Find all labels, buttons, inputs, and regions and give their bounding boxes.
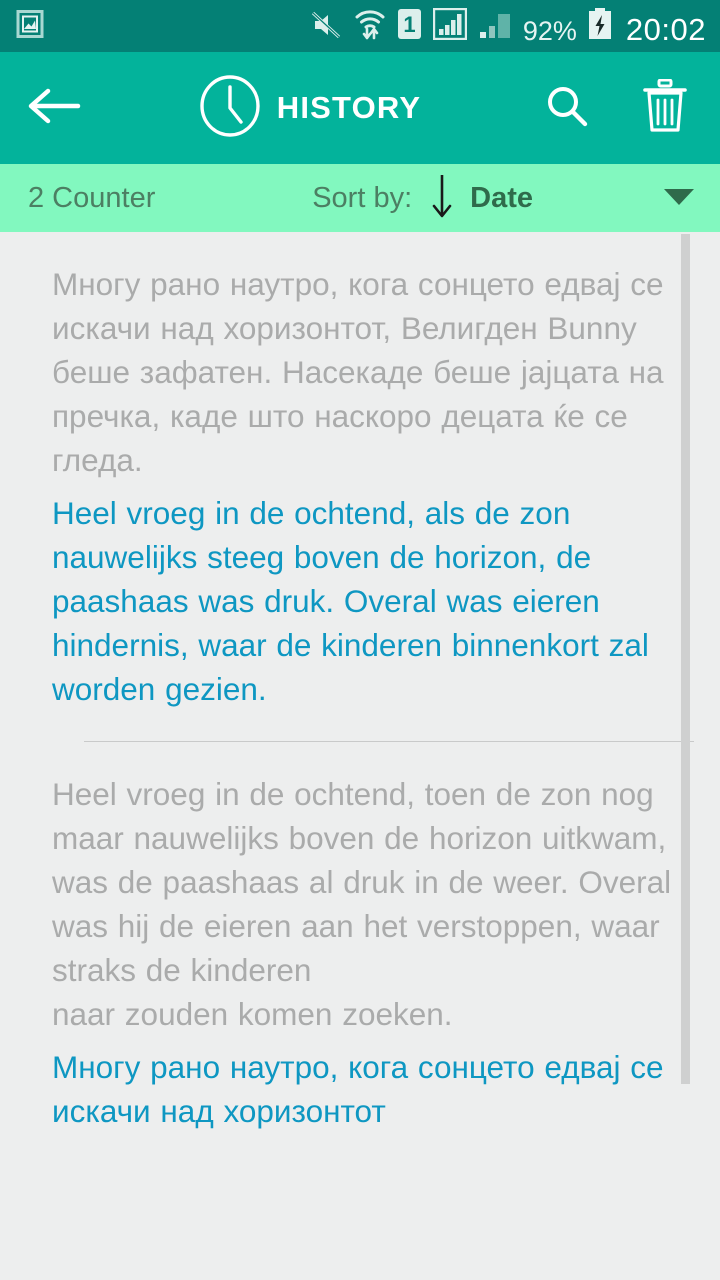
battery-charging-icon (588, 7, 612, 45)
signal-bars-weak-icon (478, 8, 512, 45)
caret-down-icon[interactable] (662, 185, 696, 212)
sim-one-icon: 1 (397, 8, 422, 45)
page-title: HISTORY (276, 90, 422, 125)
arrow-down-icon[interactable] (428, 173, 456, 224)
sound-muted-icon (311, 10, 343, 45)
wifi-transfer-icon (354, 8, 386, 45)
battery-percent-label: 92% (522, 15, 577, 46)
search-button[interactable] (540, 79, 594, 137)
entry-source-text: Heel vroeg in de ochtend, toen de zon no… (52, 776, 672, 1032)
status-bar: 1 92% 20:02 (0, 0, 720, 52)
entry-target-text: Многу рано наутро, кога сонцето едвај се… (52, 1049, 664, 1129)
sort-by-label: Sort by: (312, 181, 413, 214)
history-entry-body: Многу рано наутро, кога сонцето едвај се… (52, 232, 694, 713)
list-item[interactable]: Многу рано наутро, кога сонцето едвај се… (0, 232, 720, 742)
clock-icon (199, 74, 261, 142)
arrow-left-icon (26, 86, 82, 131)
app-screen: 1 92% 20:02 HISTORY 2 Counter Sort by: D… (0, 0, 720, 1280)
history-entry-body: Heel vroeg in de ochtend, toen de zon no… (52, 742, 694, 1135)
sort-selector[interactable]: Sort by: Date (312, 173, 696, 224)
status-clock: 20:02 (625, 11, 706, 47)
sort-bar: 2 Counter Sort by: Date (0, 164, 720, 232)
status-bar-left-icons (16, 9, 44, 44)
svg-text:1: 1 (403, 12, 415, 37)
image-notification-icon (16, 9, 44, 44)
app-bar-title-group: HISTORY (80, 74, 540, 142)
signal-bars-full-icon (432, 7, 468, 45)
sort-value-label: Date (470, 181, 533, 214)
list-item[interactable]: Heel vroeg in de ochtend, toen de zon no… (0, 742, 720, 1135)
back-button[interactable] (26, 78, 86, 138)
entry-target-text: Heel vroeg in de ochtend, als de zon nau… (52, 495, 649, 707)
counter-label: 2 Counter (28, 181, 156, 214)
app-bar: HISTORY (0, 52, 720, 164)
app-bar-actions (540, 78, 692, 138)
history-list[interactable]: Многу рано наутро, кога сонцето едвај се… (0, 232, 720, 1280)
status-bar-right-icons: 1 92% 20:02 (311, 7, 706, 47)
trash-icon (642, 78, 688, 138)
delete-history-button[interactable] (638, 78, 692, 138)
entry-source-text: Многу рано наутро, кога сонцето едвај се… (52, 266, 664, 478)
search-icon (544, 83, 590, 134)
